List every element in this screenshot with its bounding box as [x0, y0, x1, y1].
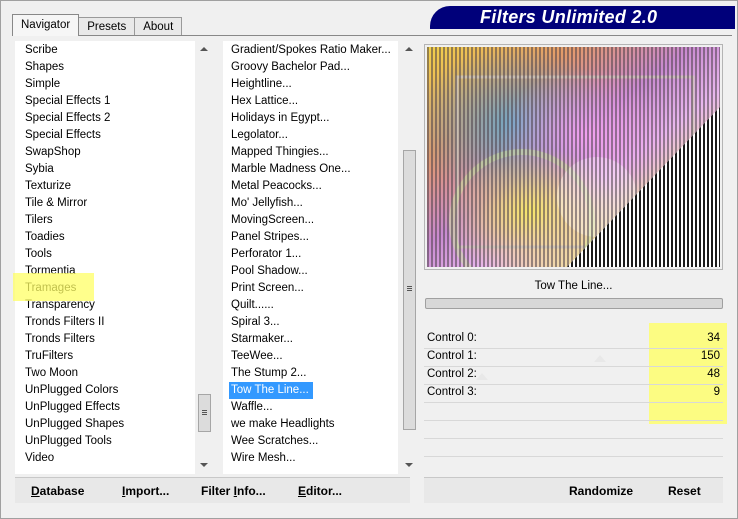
- filter-list-item[interactable]: Starmaker...: [229, 331, 391, 348]
- category-list-item[interactable]: Tilers: [23, 212, 124, 229]
- control-0-row[interactable]: Control 0: 34: [424, 330, 723, 349]
- category-list-item[interactable]: Tronds Filters: [23, 331, 124, 348]
- category-scroll-thumb[interactable]: [198, 394, 211, 432]
- filter-items: Gradient/Spokes Ratio Maker... Groovy Bac…: [229, 42, 391, 467]
- control-2-label: Control 2:: [427, 368, 477, 380]
- tab-navigator[interactable]: Navigator: [12, 14, 80, 36]
- category-list-item[interactable]: Special Effects 1: [23, 93, 124, 110]
- control-0-label: Control 0:: [427, 332, 477, 344]
- category-list-item[interactable]: Texturize: [23, 178, 124, 195]
- control-0-value: 34: [707, 332, 720, 344]
- filter-list-item[interactable]: Mapped Thingies...: [229, 144, 391, 161]
- filter-list-item[interactable]: Heightline...: [229, 76, 391, 93]
- filter-list-item[interactable]: MovingScreen...: [229, 212, 391, 229]
- category-scrollbar[interactable]: [196, 41, 213, 474]
- category-list[interactable]: Scribe Shapes Simple Special Effects 1 Speci…: [15, 41, 195, 474]
- control-3-label: Control 3:: [427, 386, 477, 398]
- current-filter-name: Tow The Line...: [534, 280, 613, 292]
- window-title: Filters Unlimited 2.0: [480, 7, 658, 27]
- filter-list-item[interactable]: Metal Peacocks...: [229, 178, 391, 195]
- category-list-item[interactable]: UnPlugged Colors: [23, 382, 124, 399]
- filter-info-button[interactable]: Filter Info...: [201, 484, 266, 498]
- reset-button[interactable]: Reset: [668, 484, 701, 498]
- control-3-row[interactable]: Control 3: 9: [424, 384, 723, 403]
- category-list-item[interactable]: Tools: [23, 246, 124, 263]
- preview-image: [427, 47, 720, 267]
- control-3-value: 9: [713, 386, 720, 398]
- filter-list-item[interactable]: Panel Stripes...: [229, 229, 391, 246]
- filter-list-item[interactable]: Mo' Jellyfish...: [229, 195, 391, 212]
- scroll-down-arrow-icon[interactable]: [405, 463, 413, 467]
- tab-presets[interactable]: Presets: [78, 17, 136, 36]
- filter-list-item[interactable]: Quilt......: [229, 297, 391, 314]
- randomize-button[interactable]: Randomize: [569, 484, 633, 498]
- category-list-item[interactable]: TruFilters: [23, 348, 124, 365]
- filter-list-item[interactable]: we make Headlights: [229, 416, 391, 433]
- filter-list-item[interactable]: Marble Madness One...: [229, 161, 391, 178]
- preview-zoom-slider[interactable]: [425, 298, 723, 309]
- category-list-item[interactable]: UnPlugged Shapes: [23, 416, 124, 433]
- scroll-up-arrow-icon[interactable]: [405, 47, 413, 51]
- filter-list-item[interactable]: The Stump 2...: [229, 365, 391, 382]
- filter-list-item[interactable]: TeeWee...: [229, 348, 391, 365]
- category-list-item[interactable]: SwapShop: [23, 144, 124, 161]
- scroll-down-arrow-icon[interactable]: [200, 463, 208, 467]
- control-button-bar: Randomize Reset: [424, 477, 723, 503]
- filter-list-item[interactable]: Groovy Bachelor Pad...: [229, 59, 391, 76]
- import-button[interactable]: Import...: [122, 484, 169, 498]
- control-1-value: 150: [700, 350, 720, 362]
- scroll-up-arrow-icon[interactable]: [200, 47, 208, 51]
- filter-list-item[interactable]: Waffle...: [229, 399, 391, 416]
- category-list-item[interactable]: Tile & Mirror: [23, 195, 124, 212]
- filter-scroll-thumb[interactable]: [403, 150, 416, 430]
- editor-button[interactable]: Editor...: [298, 484, 342, 498]
- category-list-item[interactable]: Shapes: [23, 59, 124, 76]
- category-list-item[interactable]: Sybia: [23, 161, 124, 178]
- category-list-item[interactable]: Special Effects: [23, 127, 124, 144]
- control-2-row[interactable]: Control 2: 48: [424, 366, 723, 385]
- control-2-value: 48: [707, 368, 720, 380]
- filter-scrollbar[interactable]: [401, 41, 418, 474]
- category-list-item[interactable]: Toadies: [23, 229, 124, 246]
- category-items: Scribe Shapes Simple Special Effects 1 Speci…: [23, 42, 124, 467]
- tab-about[interactable]: About: [134, 17, 183, 36]
- category-list-item[interactable]: Two Moon: [23, 365, 124, 382]
- control-1-slider-thumb-icon[interactable]: [594, 355, 606, 362]
- category-list-item[interactable]: Video: [23, 450, 124, 467]
- filter-list-item[interactable]: Spiral 3...: [229, 314, 391, 331]
- filter-list-item[interactable]: Gradient/Spokes Ratio Maker...: [229, 42, 391, 59]
- database-button[interactable]: Database: [31, 484, 84, 498]
- filter-list-item[interactable]: Print Screen...: [229, 280, 391, 297]
- tab-bar: Navigator Presets About: [12, 14, 183, 36]
- filter-list-item[interactable]: Wire Mesh...: [229, 450, 391, 467]
- list-button-bar: Database Import... Filter Info... Editor…: [15, 477, 410, 503]
- category-list-item[interactable]: Simple: [23, 76, 124, 93]
- control-1-row[interactable]: Control 1: 150: [424, 348, 723, 367]
- category-list-item[interactable]: Special Effects 2: [23, 110, 124, 127]
- filter-list-item[interactable]: Holidays in Egypt...: [229, 110, 391, 127]
- filter-list-item[interactable]: Hex Lattice...: [229, 93, 391, 110]
- tramages-highlight: [13, 273, 94, 301]
- control-1-label: Control 1:: [427, 350, 477, 362]
- filter-list-item[interactable]: Wee Scratches...: [229, 433, 391, 450]
- category-list-item[interactable]: UnPlugged Tools: [23, 433, 124, 450]
- filter-list-item[interactable]: Perforator 1...: [229, 246, 391, 263]
- controls-panel: Control 0: 34 Control 1: 150 Control 2: …: [424, 322, 723, 472]
- filter-list-item[interactable]: Pool Shadow...: [229, 263, 391, 280]
- preview-frame: [424, 44, 723, 270]
- filter-list-item[interactable]: Tow The Line...: [229, 382, 313, 399]
- control-2-slider-thumb-icon[interactable]: [476, 373, 488, 380]
- category-list-item[interactable]: Scribe: [23, 42, 124, 59]
- category-list-item[interactable]: Tronds Filters II: [23, 314, 124, 331]
- filter-list[interactable]: Gradient/Spokes Ratio Maker... Groovy Bac…: [223, 41, 398, 474]
- category-list-item[interactable]: UnPlugged Effects: [23, 399, 124, 416]
- filter-list-item[interactable]: Legolator...: [229, 127, 391, 144]
